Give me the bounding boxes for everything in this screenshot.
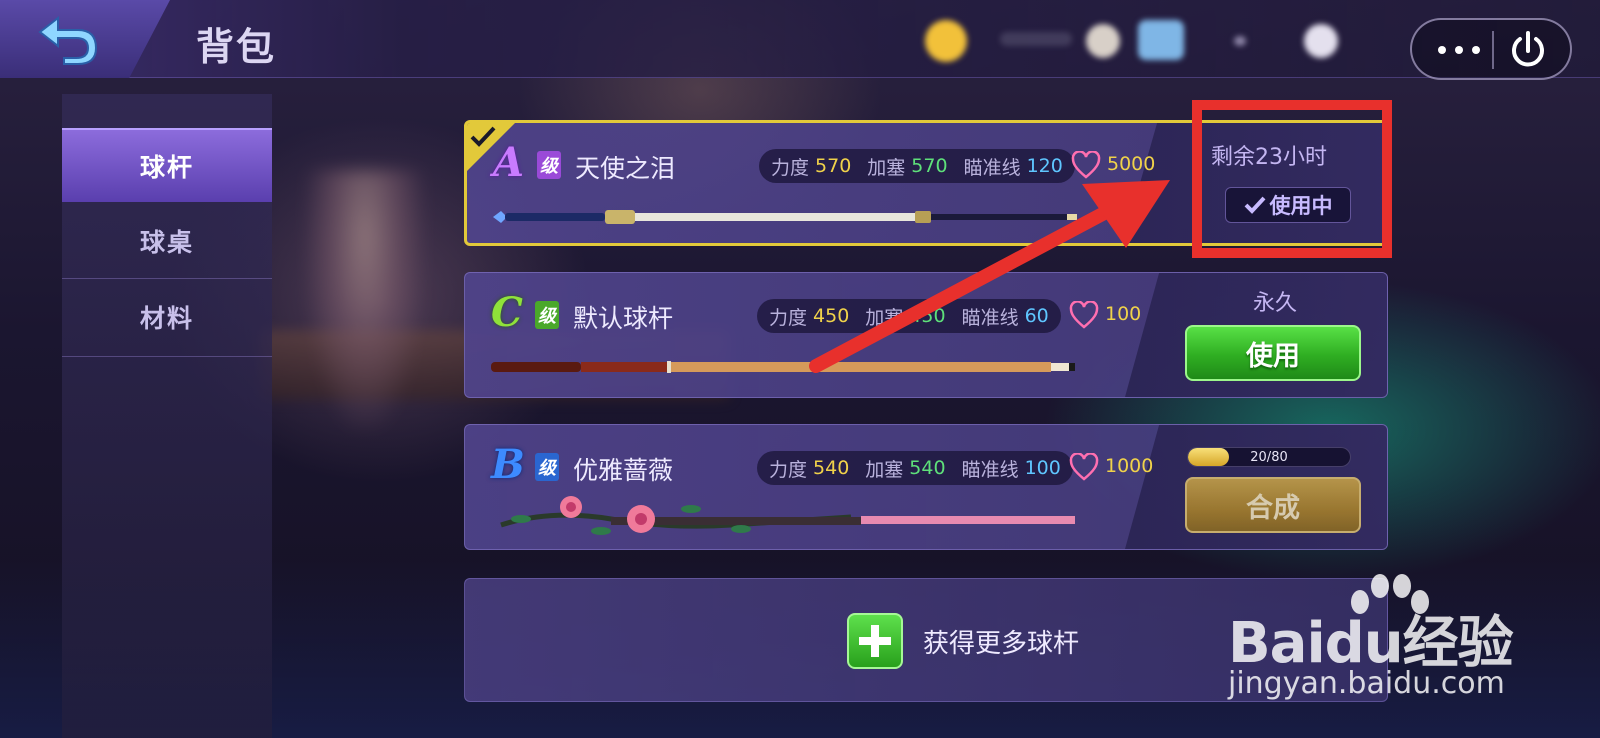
plus-icon	[847, 613, 903, 669]
stat-label: 力度	[769, 458, 808, 481]
grade-b-icon: B	[491, 441, 525, 488]
sidebar-divider	[62, 356, 272, 357]
heart-icon	[1071, 151, 1101, 179]
more-button[interactable]	[1430, 33, 1488, 65]
annotation-highlight-box	[1192, 100, 1392, 258]
stat-spin: 570	[911, 155, 948, 177]
stat-label: 瞄准线	[963, 156, 1021, 179]
currency-amount-blurred	[1000, 32, 1072, 46]
cue-name: 默认球杆	[573, 304, 674, 333]
stat-aim: 120	[1026, 155, 1063, 177]
grade-tag: 级	[535, 301, 559, 329]
expire-time: 永久	[1253, 291, 1298, 316]
cue-name: 天使之泪	[575, 154, 676, 183]
cue-image-elegant-rose	[500, 496, 1075, 535]
sidebar-item-materials[interactable]: 材料	[62, 280, 272, 354]
sidebar-item-label: 球杆	[139, 153, 194, 182]
more-dots-icon	[1438, 46, 1446, 54]
sidebar-item-label: 材料	[139, 304, 194, 333]
synthesis-progress-bar: 20/80	[1187, 447, 1351, 467]
stat-aim: 100	[1024, 457, 1061, 479]
pearl-icon	[1086, 24, 1120, 58]
back-arrow-icon	[38, 15, 98, 65]
grade-a-icon: A	[493, 139, 525, 186]
diamond-icon	[1138, 20, 1184, 60]
stat-label: 瞄准线	[961, 458, 1019, 481]
sidebar-item-cues[interactable]: 球杆	[62, 128, 272, 202]
stat-label: 加塞	[867, 156, 906, 179]
gold-coin-icon	[925, 20, 967, 62]
power-icon	[1512, 31, 1544, 67]
stat-label: 力度	[769, 306, 808, 329]
grade-tag: 级	[537, 151, 561, 179]
sidebar-item-label: 球桌	[139, 228, 194, 257]
grade-tag: 级	[535, 453, 559, 481]
category-sidebar: 球杆 球桌 材料	[62, 94, 272, 738]
cue-card-default[interactable]: C 级 默认球杆 力度 450 加塞 450 瞄准线 60 100 永久 使用	[464, 272, 1388, 398]
synthesize-button[interactable]: 合成	[1185, 477, 1361, 533]
sidebar-item-tables[interactable]: 球桌	[62, 204, 272, 278]
grade-c-icon: C	[491, 289, 523, 336]
stat-label: 加塞	[865, 458, 904, 481]
stat-aim: 60	[1024, 305, 1049, 327]
stat-label: 力度	[771, 156, 810, 179]
use-button[interactable]: 使用	[1185, 325, 1361, 381]
cue-image-angel-tears	[493, 210, 1077, 224]
cue-name: 优雅蔷薇	[573, 456, 674, 485]
top-bar: 背包	[0, 0, 1600, 80]
like-count: 100	[1105, 303, 1142, 325]
cue-image-default	[491, 361, 1075, 373]
cue-stats: 力度 450 加塞 450 瞄准线 60	[757, 299, 1061, 333]
heart-icon	[1069, 301, 1099, 329]
stat-power: 540	[813, 457, 850, 479]
cue-stats: 力度 540 加塞 540 瞄准线 100	[757, 451, 1073, 485]
page-title: 背包	[196, 25, 277, 69]
watermark-url: jingyan.baidu.com	[1228, 666, 1505, 701]
stat-power: 450	[813, 305, 850, 327]
heart-icon	[1069, 453, 1099, 481]
like-count: 5000	[1107, 153, 1156, 175]
like-count: 1000	[1105, 455, 1154, 477]
exit-button[interactable]	[1504, 27, 1552, 73]
background-bartender	[305, 170, 425, 430]
progress-text: 20/80	[1250, 449, 1288, 465]
get-more-cues-label: 获得更多球杆	[923, 629, 1080, 659]
capsule-divider	[1492, 31, 1494, 69]
stat-label: 瞄准线	[961, 306, 1019, 329]
back-button[interactable]	[0, 0, 170, 78]
sidebar-divider	[62, 278, 272, 279]
system-capsule	[1410, 18, 1572, 80]
cue-card-elegant-rose[interactable]: B 级 优雅蔷薇 力度 540 加塞 540 瞄准线 100 1000 20/8…	[464, 424, 1388, 550]
stat-power: 570	[815, 155, 852, 177]
baidu-watermark: Baidu经验 jingyan.baidu.com	[1228, 572, 1548, 702]
stat-label: 加塞	[865, 306, 904, 329]
add-currency-icon[interactable]	[1304, 24, 1338, 58]
stat-spin: 540	[909, 457, 946, 479]
stat-spin: 450	[909, 305, 946, 327]
diamond-count-blurred	[1234, 36, 1246, 46]
cue-stats: 力度 570 加塞 570 瞄准线 120	[759, 149, 1075, 183]
